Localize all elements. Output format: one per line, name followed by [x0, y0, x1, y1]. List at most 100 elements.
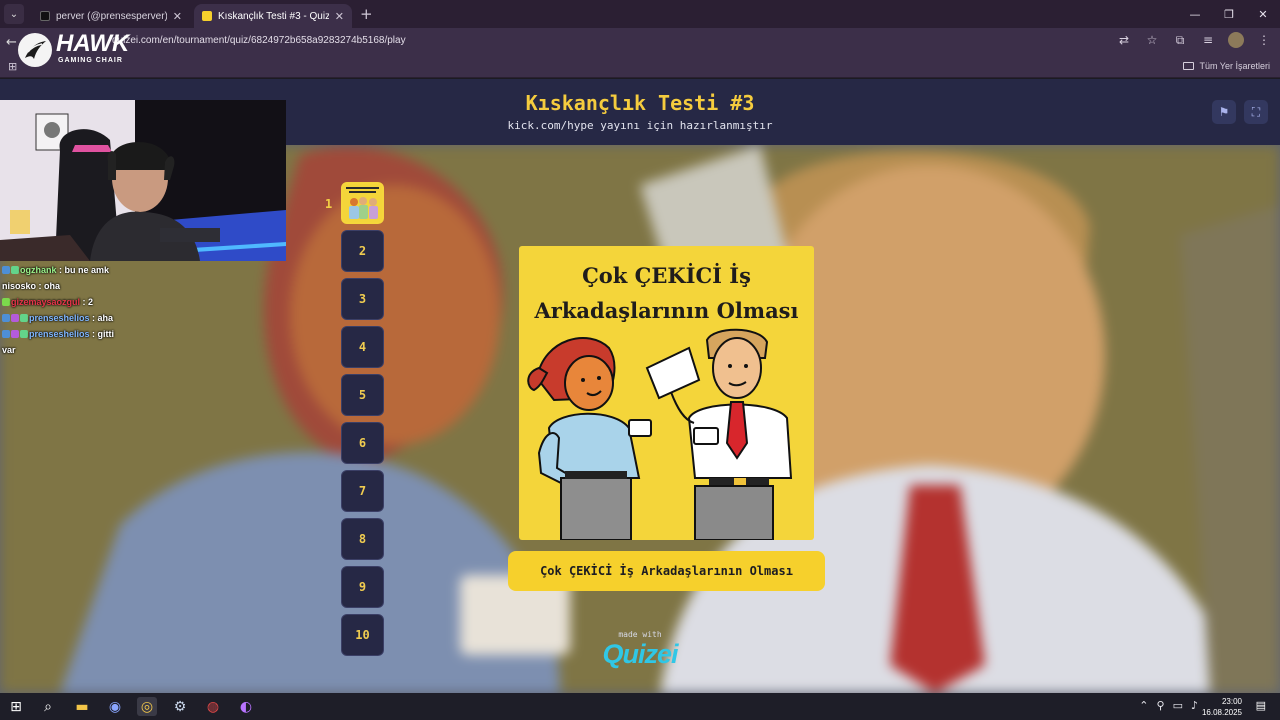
chat-user: prenseshelios [29, 313, 90, 323]
question-card[interactable]: Çok ÇEKİCİ İş Arkadaşlarının Olması [519, 246, 814, 540]
notification-icon[interactable]: ▤ [1256, 699, 1266, 712]
windows-taskbar: ⊞ ⌕ ▬ ◉ ◎ ⚙ ◍ ◐ ⌃ ⚲ ▭ ♪ 23:00 16.08.2025… [0, 693, 1280, 720]
hawk-brand-sub: GAMING CHAIR [58, 57, 123, 64]
webcam-overlay [0, 100, 286, 261]
window-controls: — ❐ ✕ [1178, 0, 1280, 28]
question-number-button[interactable]: 8 [341, 518, 384, 560]
made-with-label: made with [618, 630, 662, 639]
all-bookmarks-button[interactable]: Tüm Yer İşaretleri [1183, 61, 1270, 71]
tab-tiktok[interactable]: perver (@prensesperver) | TikTo ✕ [32, 4, 190, 28]
badge-icon [2, 330, 10, 338]
close-icon[interactable]: ✕ [173, 10, 182, 23]
extensions-icon[interactable]: ⧉ [1172, 33, 1188, 48]
chat-message: prenseshelios : aha [2, 310, 202, 326]
stream-chat: ogzhank : bu ne amk nisosko : oha gizema… [2, 262, 202, 358]
tab-search-icon[interactable]: ⌄ [4, 4, 24, 24]
chat-text: 2 [88, 297, 94, 307]
chat-separator: : [56, 265, 65, 275]
badge-icon [2, 298, 10, 306]
question-number-button[interactable]: 9 [341, 566, 384, 608]
steam-icon[interactable]: ⚙ [170, 697, 190, 716]
all-bookmarks-label: Tüm Yer İşaretleri [1199, 61, 1270, 71]
hawk-brand-name: HAWK [56, 30, 130, 57]
card-title: Çok ÇEKİCİ İş Arkadaşlarının Olması [519, 258, 814, 328]
fullscreen-icon[interactable]: ⛶ [1244, 100, 1268, 124]
question-number-button[interactable]: 4 [341, 326, 384, 368]
clock[interactable]: 23:00 16.08.2025 [1202, 696, 1242, 718]
tab-title: Kıskançlık Testi #3 - Quizei [218, 10, 329, 22]
chat-message: var [2, 342, 202, 358]
browser-tab-bar: ⌄ perver (@prensesperver) | TikTo ✕ Kısk… [0, 0, 1280, 28]
chat-message: prenseshelios : gitti [2, 326, 202, 342]
question-thumbnail-1[interactable] [341, 182, 384, 224]
tab-title: perver (@prensesperver) | TikTo [56, 10, 167, 22]
screen: ⌄ perver (@prensesperver) | TikTo ✕ Kısk… [0, 0, 1280, 720]
translate-icon[interactable]: ⇄ [1116, 33, 1132, 47]
question-number-button[interactable]: 2 [341, 230, 384, 272]
active-question-number: 1 [325, 197, 333, 211]
discord-icon[interactable]: ◐ [236, 697, 256, 716]
tab-quizei[interactable]: Kıskançlık Testi #3 - Quizei ✕ [194, 4, 352, 28]
webcam-image [0, 100, 286, 261]
hawk-bird-icon [18, 33, 52, 67]
chat-separator: : [36, 281, 45, 291]
mic-icon[interactable]: ⚲ [1157, 699, 1165, 712]
chat-separator: : [80, 297, 89, 307]
quizei-logo[interactable]: Quizei [598, 639, 682, 670]
chat-message: gizemaysaozgul : 2 [2, 294, 202, 310]
new-tab-icon[interactable]: + [360, 5, 373, 23]
apps-grid-icon[interactable]: ⊞ [8, 60, 17, 73]
question-number-button[interactable]: 6 [341, 422, 384, 464]
volume-icon[interactable]: ♪ [1191, 699, 1198, 712]
address-bar: ← quizei.com/en/tournament/quiz/6824972b… [0, 28, 1280, 56]
quizei-favicon-icon [202, 11, 212, 21]
app-icon[interactable]: ◉ [105, 697, 125, 716]
folder-icon [1183, 62, 1195, 70]
chat-user: gizemaysaozgul [11, 297, 81, 307]
tiktok-icon [40, 11, 50, 21]
badge-icon [11, 266, 19, 274]
file-explorer-icon[interactable]: ▬ [72, 697, 92, 716]
badge-icon [2, 266, 10, 274]
profile-avatar[interactable] [1228, 32, 1244, 48]
question-number-button[interactable]: 5 [341, 374, 384, 416]
system-tray: ⌃ ⚲ ▭ ♪ [1139, 699, 1198, 712]
start-icon[interactable]: ⊞ [6, 697, 26, 716]
restore-icon[interactable]: ❐ [1212, 0, 1246, 28]
answer-button[interactable]: Çok ÇEKİCİ İş Arkadaşlarının Olması [508, 551, 825, 591]
minimize-icon[interactable]: — [1178, 0, 1212, 28]
chat-text: aha [97, 313, 114, 323]
media-icon[interactable]: ≡ [1200, 33, 1216, 47]
report-flag-icon[interactable]: ⚑ [1212, 100, 1236, 124]
chrome-icon[interactable]: ◎ [137, 697, 157, 716]
close-window-icon[interactable]: ✕ [1246, 0, 1280, 28]
question-number-button[interactable]: 3 [341, 278, 384, 320]
chat-user: prenseshelios [29, 329, 90, 339]
question-number-button[interactable]: 7 [341, 470, 384, 512]
card-title-line-1: Çok ÇEKİCİ İş [582, 263, 751, 288]
badge-icon [11, 330, 19, 338]
chat-text: oha [44, 281, 61, 291]
obs-icon[interactable]: ◍ [203, 697, 223, 716]
chat-message: nisosko : oha [2, 278, 202, 294]
search-icon[interactable]: ⌕ [38, 697, 58, 716]
badge-icon [20, 330, 28, 338]
chat-message: ogzhank : bu ne amk [2, 262, 202, 278]
clock-time: 23:00 [1221, 697, 1242, 706]
close-icon[interactable]: ✕ [335, 10, 344, 23]
bookmark-star-icon[interactable]: ☆ [1144, 33, 1160, 47]
clock-date: 16.08.2025 [1201, 708, 1242, 717]
card-illustration [527, 328, 793, 540]
chat-separator: : [89, 313, 98, 323]
network-icon[interactable]: ▭ [1173, 699, 1183, 712]
question-number-button[interactable]: 10 [341, 614, 384, 656]
toolbar-icons: ⇄ ☆ ⧉ ≡ ⋮ [1116, 32, 1272, 48]
chat-text: gitti [97, 329, 115, 339]
url-field[interactable]: quizei.com/en/tournament/quiz/6824972b65… [112, 35, 406, 46]
chat-text: var [2, 345, 16, 355]
chevron-up-icon[interactable]: ⌃ [1139, 699, 1148, 712]
chat-separator: : [89, 329, 98, 339]
menu-icon[interactable]: ⋮ [1256, 33, 1272, 47]
thumbnail-image [343, 184, 382, 222]
chat-user: ogzhank [20, 265, 57, 275]
